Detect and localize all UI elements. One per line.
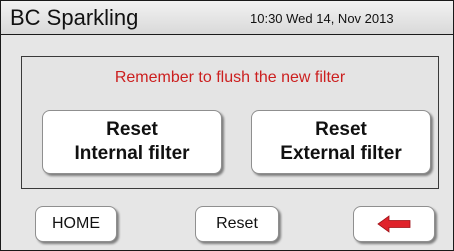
app-title: BC Sparkling — [10, 5, 139, 30]
title-bar: BC Sparkling 10:30 Wed 14, Nov 2013 — [1, 1, 453, 35]
reset-button[interactable]: Reset — [195, 206, 279, 242]
datetime-display: 10:30 Wed 14, Nov 2013 — [250, 11, 394, 26]
reset-internal-filter-button[interactable]: Reset Internal filter — [42, 110, 222, 174]
reset-external-line2: External filter — [280, 143, 402, 164]
reset-internal-line1: Reset — [106, 119, 158, 140]
flush-reminder-text: Remember to flush the new filter — [114, 69, 346, 86]
red-left-arrow-icon — [377, 215, 411, 233]
reset-external-line1: Reset — [315, 119, 367, 140]
filter-reset-panel: Remember to flush the new filter Reset I… — [21, 56, 439, 189]
reset-external-filter-button[interactable]: Reset External filter — [251, 110, 431, 174]
reset-internal-line2: Internal filter — [74, 143, 190, 164]
reset-button-label: Reset — [216, 215, 258, 232]
touch-screen: BC Sparkling 10:30 Wed 14, Nov 2013 Reme… — [0, 0, 454, 251]
back-button[interactable] — [353, 206, 435, 242]
home-button-label: HOME — [52, 215, 100, 232]
home-button[interactable]: HOME — [35, 206, 117, 242]
